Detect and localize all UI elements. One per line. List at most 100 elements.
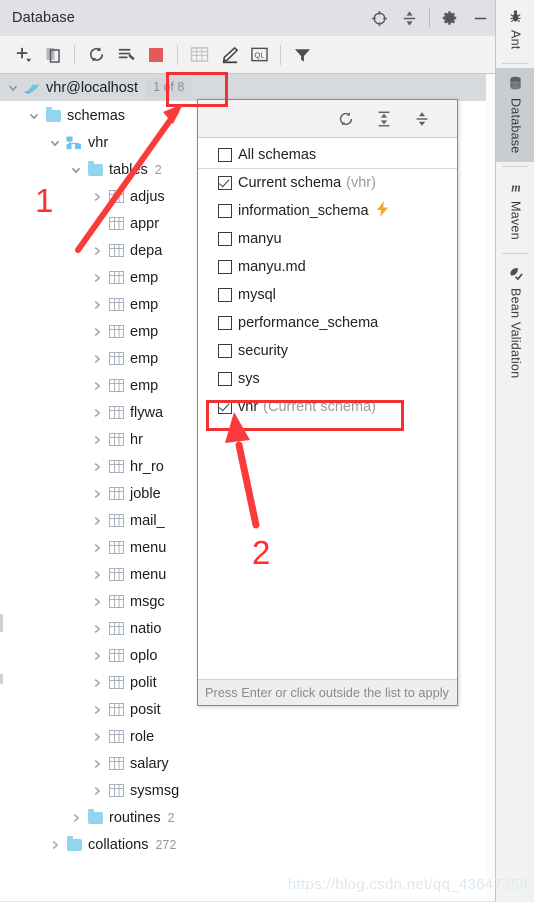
chevron-right-icon[interactable] xyxy=(88,677,106,689)
tool-tab-database[interactable]: Database xyxy=(496,67,534,163)
schema-list-item[interactable]: vhr (Current schema) xyxy=(198,393,457,421)
schema-item-label: Current schema xyxy=(238,175,342,191)
chevron-down-icon[interactable] xyxy=(4,82,22,94)
tree-row[interactable]: routines 2 xyxy=(0,804,495,831)
minimize-icon[interactable] xyxy=(465,0,495,36)
chevron-right-icon[interactable] xyxy=(88,542,106,554)
sync-schema-icon[interactable] xyxy=(111,40,141,70)
table-icon xyxy=(106,244,126,257)
svg-text:QL: QL xyxy=(254,51,264,60)
filter-icon[interactable] xyxy=(287,40,317,70)
chevron-right-icon[interactable] xyxy=(46,839,64,851)
expand-all-icon[interactable] xyxy=(373,108,395,130)
table-icon xyxy=(106,703,126,716)
tree-row[interactable]: sysmsg xyxy=(0,777,495,804)
schema-list-item[interactable]: sys xyxy=(198,365,457,393)
settings-gear-icon[interactable] xyxy=(435,0,465,36)
chevron-right-icon[interactable] xyxy=(88,785,106,797)
checkbox[interactable] xyxy=(218,372,232,386)
checkbox[interactable] xyxy=(218,232,232,246)
chevron-right-icon[interactable] xyxy=(88,623,106,635)
tree-node-label: tables xyxy=(109,161,148,178)
schema-item-label: information_schema xyxy=(238,203,369,219)
add-new-icon[interactable] xyxy=(8,40,38,70)
schema-list-item[interactable]: manyu xyxy=(198,225,457,253)
tree-row-root[interactable]: vhr@localhost 1 of 8 xyxy=(0,74,495,101)
tool-tab-maven[interactable]: m Maven xyxy=(496,171,534,249)
chevron-right-icon[interactable] xyxy=(67,812,85,824)
schema-list[interactable]: All schemas Current schema (vhr) informatio… xyxy=(198,138,457,679)
chevron-right-icon[interactable] xyxy=(88,515,106,527)
tree-node-label: menu xyxy=(130,566,167,583)
folder-icon xyxy=(85,808,105,824)
folder-icon xyxy=(43,106,63,122)
tree-row[interactable]: collations 272 xyxy=(0,831,495,858)
schema-list-item[interactable]: mysql xyxy=(198,281,457,309)
checkbox[interactable] xyxy=(218,147,232,162)
tree-row[interactable]: role xyxy=(0,723,495,750)
chevron-right-icon[interactable] xyxy=(88,191,106,203)
chevron-down-icon[interactable] xyxy=(46,137,64,149)
chevron-down-icon[interactable] xyxy=(25,110,43,122)
maven-m-icon: m xyxy=(508,178,524,196)
chevron-right-icon[interactable] xyxy=(88,569,106,581)
stop-icon[interactable] xyxy=(141,40,171,70)
data-editor-icon[interactable] xyxy=(184,40,214,70)
table-icon xyxy=(106,676,126,689)
table-icon xyxy=(106,541,126,554)
tree-row[interactable]: salary xyxy=(0,750,495,777)
tree-root-label: vhr@localhost xyxy=(46,79,139,96)
chevron-right-icon[interactable] xyxy=(88,380,106,392)
checkbox[interactable] xyxy=(218,400,232,414)
chevron-right-icon[interactable] xyxy=(88,299,106,311)
refresh-icon[interactable] xyxy=(335,108,357,130)
query-console-icon[interactable]: QL xyxy=(244,40,274,70)
schema-list-item[interactable]: manyu.md xyxy=(198,253,457,281)
schema-list-item[interactable]: security xyxy=(198,337,457,365)
chevron-right-icon[interactable] xyxy=(88,326,106,338)
checkbox[interactable] xyxy=(218,176,232,190)
modify-icon[interactable] xyxy=(214,40,244,70)
tool-tab-ant[interactable]: Ant xyxy=(496,0,534,59)
schema-list-item[interactable]: All schemas xyxy=(198,141,457,169)
mysql-dolphin-icon xyxy=(22,80,42,95)
chevron-right-icon[interactable] xyxy=(88,461,106,473)
chevron-right-icon[interactable] xyxy=(88,596,106,608)
toolbar-divider xyxy=(74,44,75,65)
collapse-all-icon[interactable] xyxy=(394,0,424,36)
chevron-right-icon[interactable] xyxy=(88,488,106,500)
chevron-right-icon[interactable] xyxy=(88,731,106,743)
checkbox[interactable] xyxy=(218,260,232,274)
locate-icon[interactable] xyxy=(364,0,394,36)
chevron-right-icon[interactable] xyxy=(88,218,106,230)
chevron-down-icon[interactable] xyxy=(67,164,85,176)
vertical-scrollbar[interactable] xyxy=(486,74,495,902)
chevron-right-icon[interactable] xyxy=(88,434,106,446)
chevron-right-icon[interactable] xyxy=(88,758,106,770)
tool-tab-bean-validation[interactable]: Bean Validation xyxy=(496,258,534,387)
database-toolbar: QL xyxy=(0,36,495,74)
checkbox[interactable] xyxy=(218,204,232,218)
checkbox[interactable] xyxy=(218,288,232,302)
chevron-right-icon[interactable] xyxy=(88,245,106,257)
schema-selector-popup[interactable]: All schemas Current schema (vhr) informatio… xyxy=(197,99,458,706)
checkbox[interactable] xyxy=(218,344,232,358)
tree-node-count: 272 xyxy=(155,837,177,852)
schema-list-item[interactable]: information_schema xyxy=(198,197,457,225)
duplicate-icon[interactable] xyxy=(38,40,68,70)
folder-icon xyxy=(64,835,84,851)
chevron-right-icon[interactable] xyxy=(88,650,106,662)
chevron-right-icon[interactable] xyxy=(88,353,106,365)
table-icon xyxy=(106,568,126,581)
table-icon xyxy=(106,460,126,473)
chevron-right-icon[interactable] xyxy=(88,704,106,716)
chevron-right-icon[interactable] xyxy=(88,272,106,284)
schema-list-item[interactable]: Current schema (vhr) xyxy=(198,169,457,197)
collapse-all-icon[interactable] xyxy=(411,108,433,130)
schema-list-item[interactable]: performance_schema xyxy=(198,309,457,337)
tree-node-count: 2 xyxy=(154,162,162,177)
refresh-icon[interactable] xyxy=(81,40,111,70)
checkbox[interactable] xyxy=(218,316,232,330)
chevron-right-icon[interactable] xyxy=(88,407,106,419)
schema-count-badge[interactable]: 1 of 8 xyxy=(146,78,192,97)
